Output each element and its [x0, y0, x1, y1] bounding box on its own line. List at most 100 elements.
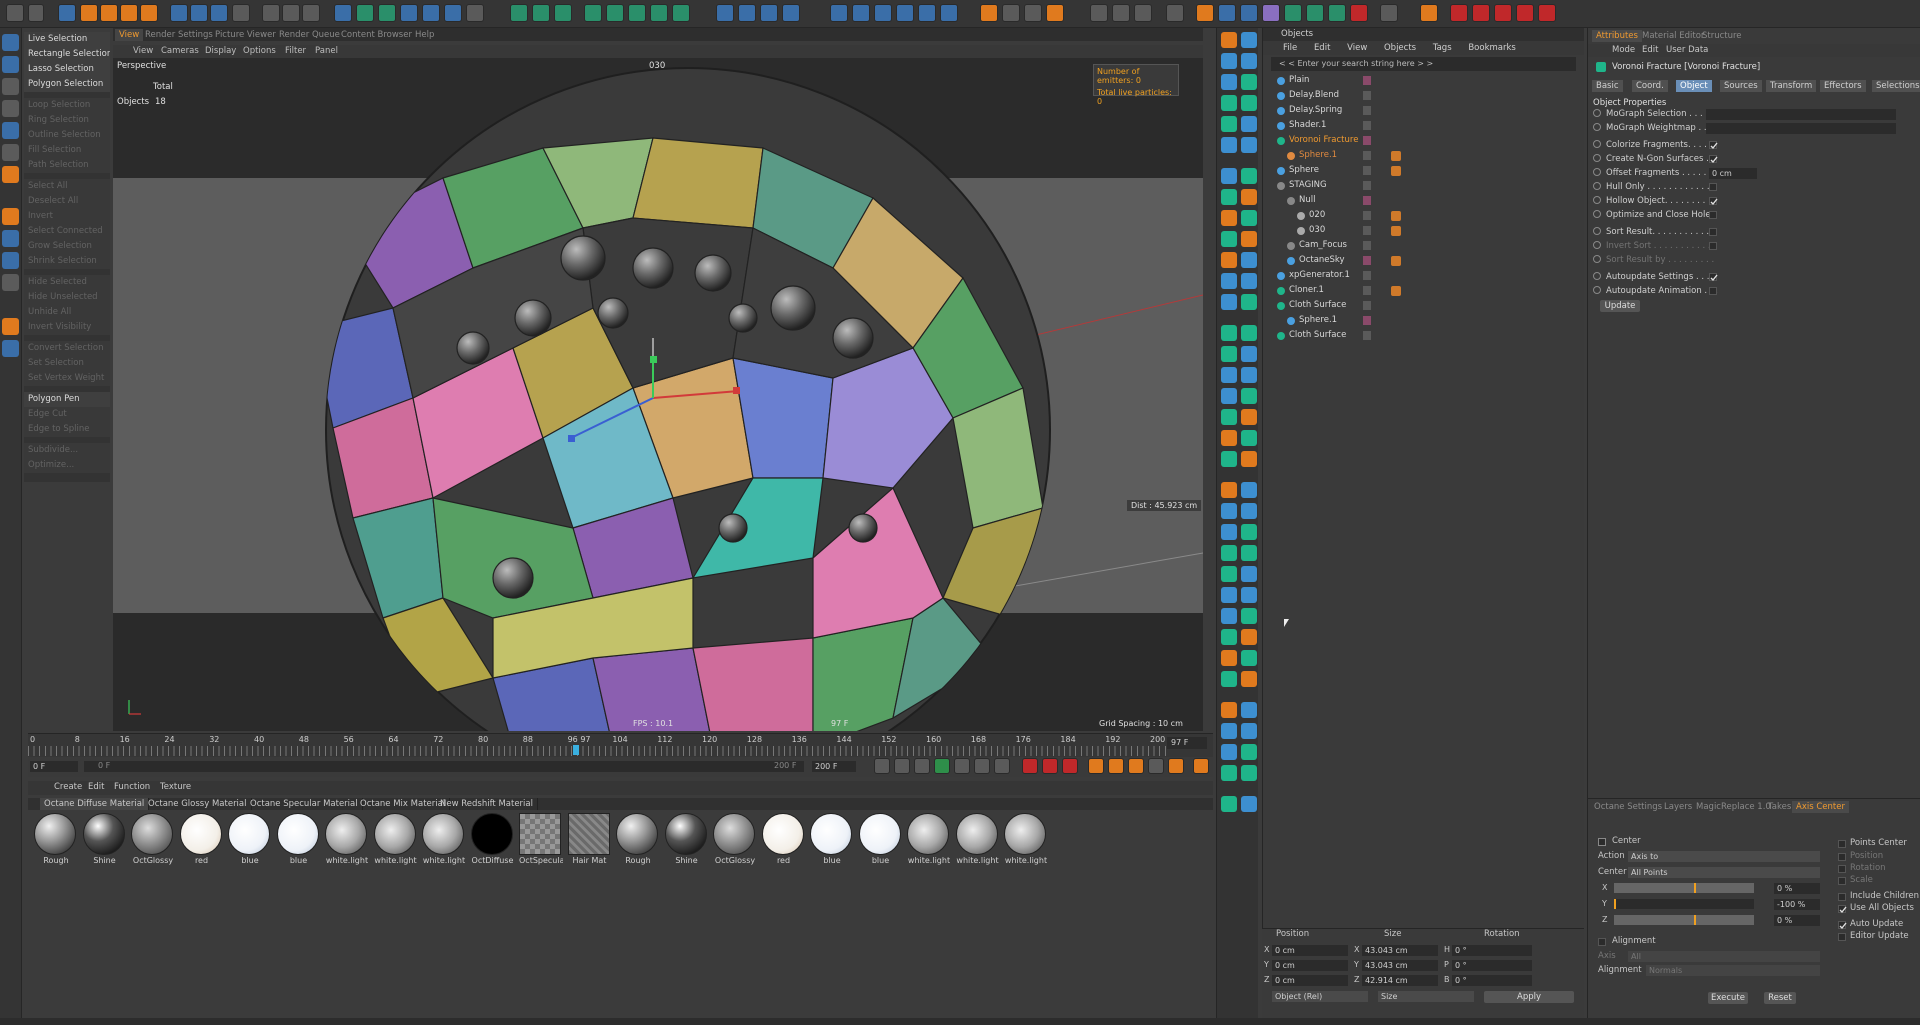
tracer-icon[interactable] [1241, 765, 1257, 781]
object-tree-row[interactable]: STAGING [1263, 178, 1584, 193]
octane-icon[interactable] [1221, 367, 1237, 383]
mograph-icon[interactable] [1241, 252, 1257, 268]
text-icon[interactable] [1221, 650, 1237, 666]
deformer-bend-icon[interactable] [584, 4, 602, 22]
object-tree-row[interactable]: Voronoi Fracture [1263, 133, 1584, 148]
selection-menu-item[interactable]: Path Selection [24, 158, 110, 173]
object-tag-icon[interactable] [1391, 76, 1401, 86]
keyframe-radio-icon[interactable] [1593, 182, 1601, 190]
selection-menu-item[interactable]: Unhide All [24, 305, 110, 320]
effector-icon[interactable] [1221, 388, 1237, 404]
object-tag-icon[interactable] [1391, 121, 1401, 131]
voronoi-icon[interactable] [1241, 796, 1257, 812]
axis-option-checkbox[interactable] [1838, 853, 1846, 861]
property-checkbox[interactable] [1709, 273, 1718, 282]
object-tag-icon[interactable] [1391, 286, 1401, 296]
mograph-fracture-icon[interactable] [532, 4, 550, 22]
visibility-toggle-icon[interactable] [1363, 271, 1371, 280]
axis-option-checkbox[interactable] [1838, 865, 1846, 873]
render-settings-icon[interactable] [302, 4, 320, 22]
keyframe-radio-icon[interactable] [1593, 196, 1601, 204]
keyframe-selection-icon[interactable] [1062, 758, 1078, 774]
menu-file[interactable]: File [1283, 43, 1297, 53]
object-tree-row[interactable]: Cam_Focus [1263, 238, 1584, 253]
xparticles-emitter-icon[interactable] [830, 4, 848, 22]
alignment-checkbox[interactable] [1598, 938, 1606, 946]
fracture-icon[interactable] [1221, 74, 1237, 90]
octane-icon[interactable] [1221, 587, 1237, 603]
size-mode-select[interactable]: Size [1378, 991, 1474, 1002]
end-frame-field[interactable]: 200 F [812, 761, 856, 772]
visibility-toggle-icon[interactable] [1363, 151, 1371, 160]
z-axis-lock-icon[interactable] [210, 4, 228, 22]
property-checkbox[interactable] [1709, 242, 1717, 250]
light-icon[interactable] [466, 4, 484, 22]
psr-icon[interactable] [1420, 4, 1438, 22]
coordinate-mode-select[interactable]: Object (Rel) [1272, 991, 1368, 1002]
subtab-basic[interactable]: Basic [1592, 80, 1623, 92]
object-tree-row[interactable]: Null [1263, 193, 1584, 208]
text-icon[interactable] [1221, 430, 1237, 446]
menu-mode[interactable]: Mode [1612, 45, 1635, 55]
floor-icon[interactable] [422, 4, 440, 22]
property-checkbox[interactable] [1709, 211, 1717, 219]
rotation-h-field[interactable]: 0 ° [1452, 945, 1532, 956]
size-z-field[interactable]: 42.914 cm [1362, 975, 1438, 986]
subtab-effectors[interactable]: Effectors [1820, 80, 1866, 92]
text-icon[interactable] [1221, 545, 1237, 561]
tab-octane-diffuse[interactable]: Octane Diffuse Material [40, 798, 150, 810]
keyframe-radio-icon[interactable] [1593, 286, 1601, 294]
property-checkbox[interactable] [1709, 141, 1718, 150]
voronoi-icon[interactable] [1241, 116, 1257, 132]
menu-texture[interactable]: Texture [160, 782, 191, 792]
object-tag-icon[interactable] [1391, 211, 1401, 221]
material-swatch[interactable]: Hair Mat [567, 813, 612, 868]
fracture-icon[interactable] [1221, 629, 1237, 645]
octane-icon[interactable] [1221, 252, 1237, 268]
snap-mode-icon[interactable] [2, 252, 19, 269]
selection-menu-item[interactable]: Set Selection [24, 356, 110, 371]
material-swatch[interactable]: white.light [373, 813, 418, 868]
axis-mode-icon[interactable] [2, 208, 19, 225]
selection-menu-item[interactable]: Fill Selection [24, 143, 110, 158]
octane-object-icon[interactable] [1306, 4, 1324, 22]
spline-icon[interactable] [1221, 671, 1237, 687]
object-tag-icon[interactable] [1391, 166, 1401, 176]
object-tree-row[interactable]: Sphere [1263, 163, 1584, 178]
object-tag-icon[interactable] [1391, 91, 1401, 101]
object-tree-row[interactable]: 030 [1263, 223, 1584, 238]
cloner-icon[interactable] [1241, 53, 1257, 69]
property-link-field[interactable] [1706, 123, 1896, 134]
apply-button[interactable]: Apply [1484, 991, 1574, 1003]
field-linear-icon[interactable] [716, 4, 734, 22]
object-tag-icon[interactable] [1391, 256, 1401, 266]
mograph-icon[interactable] [1241, 367, 1257, 383]
octane-material-icon[interactable] [1262, 4, 1280, 22]
execute-button[interactable]: Execute [1708, 992, 1748, 1004]
effector-icon[interactable] [1221, 723, 1237, 739]
material-swatch[interactable]: white.light [325, 813, 369, 868]
script-icon[interactable] [1002, 4, 1020, 22]
object-tree-row[interactable]: Sphere.1 [1263, 148, 1584, 163]
material-swatch[interactable]: blue [810, 813, 854, 868]
position-z-field[interactable]: 0 cm [1272, 975, 1348, 986]
tab-layers[interactable]: Layers [1660, 801, 1696, 813]
object-tree-row[interactable]: Cloth Surface [1263, 328, 1584, 343]
material-swatch[interactable]: blue [228, 813, 272, 868]
size-x-field[interactable]: 43.043 cm [1362, 945, 1438, 956]
deformer-wrap-icon[interactable] [672, 4, 690, 22]
tab-magicreplace[interactable]: MagicReplace 1.0 [1692, 801, 1775, 813]
text-icon[interactable] [1221, 95, 1237, 111]
keyframe-radio-icon[interactable] [1593, 109, 1601, 117]
selection-menu-item[interactable]: Optimize... [24, 458, 110, 473]
axis-z-slider[interactable] [1614, 915, 1754, 925]
tracer-icon[interactable] [1241, 650, 1257, 666]
position-key-icon[interactable] [1088, 758, 1104, 774]
selection-menu-item[interactable]: Invert Visibility [24, 320, 110, 335]
object-tree-row[interactable]: OctaneSky [1263, 253, 1584, 268]
subtab-sources[interactable]: Sources [1720, 80, 1762, 92]
property-checkbox[interactable] [1709, 228, 1717, 236]
matrix-icon[interactable] [1241, 409, 1257, 425]
selection-menu-item[interactable]: Outline Selection [24, 128, 110, 143]
rotation-b-field[interactable]: 0 ° [1452, 975, 1532, 986]
